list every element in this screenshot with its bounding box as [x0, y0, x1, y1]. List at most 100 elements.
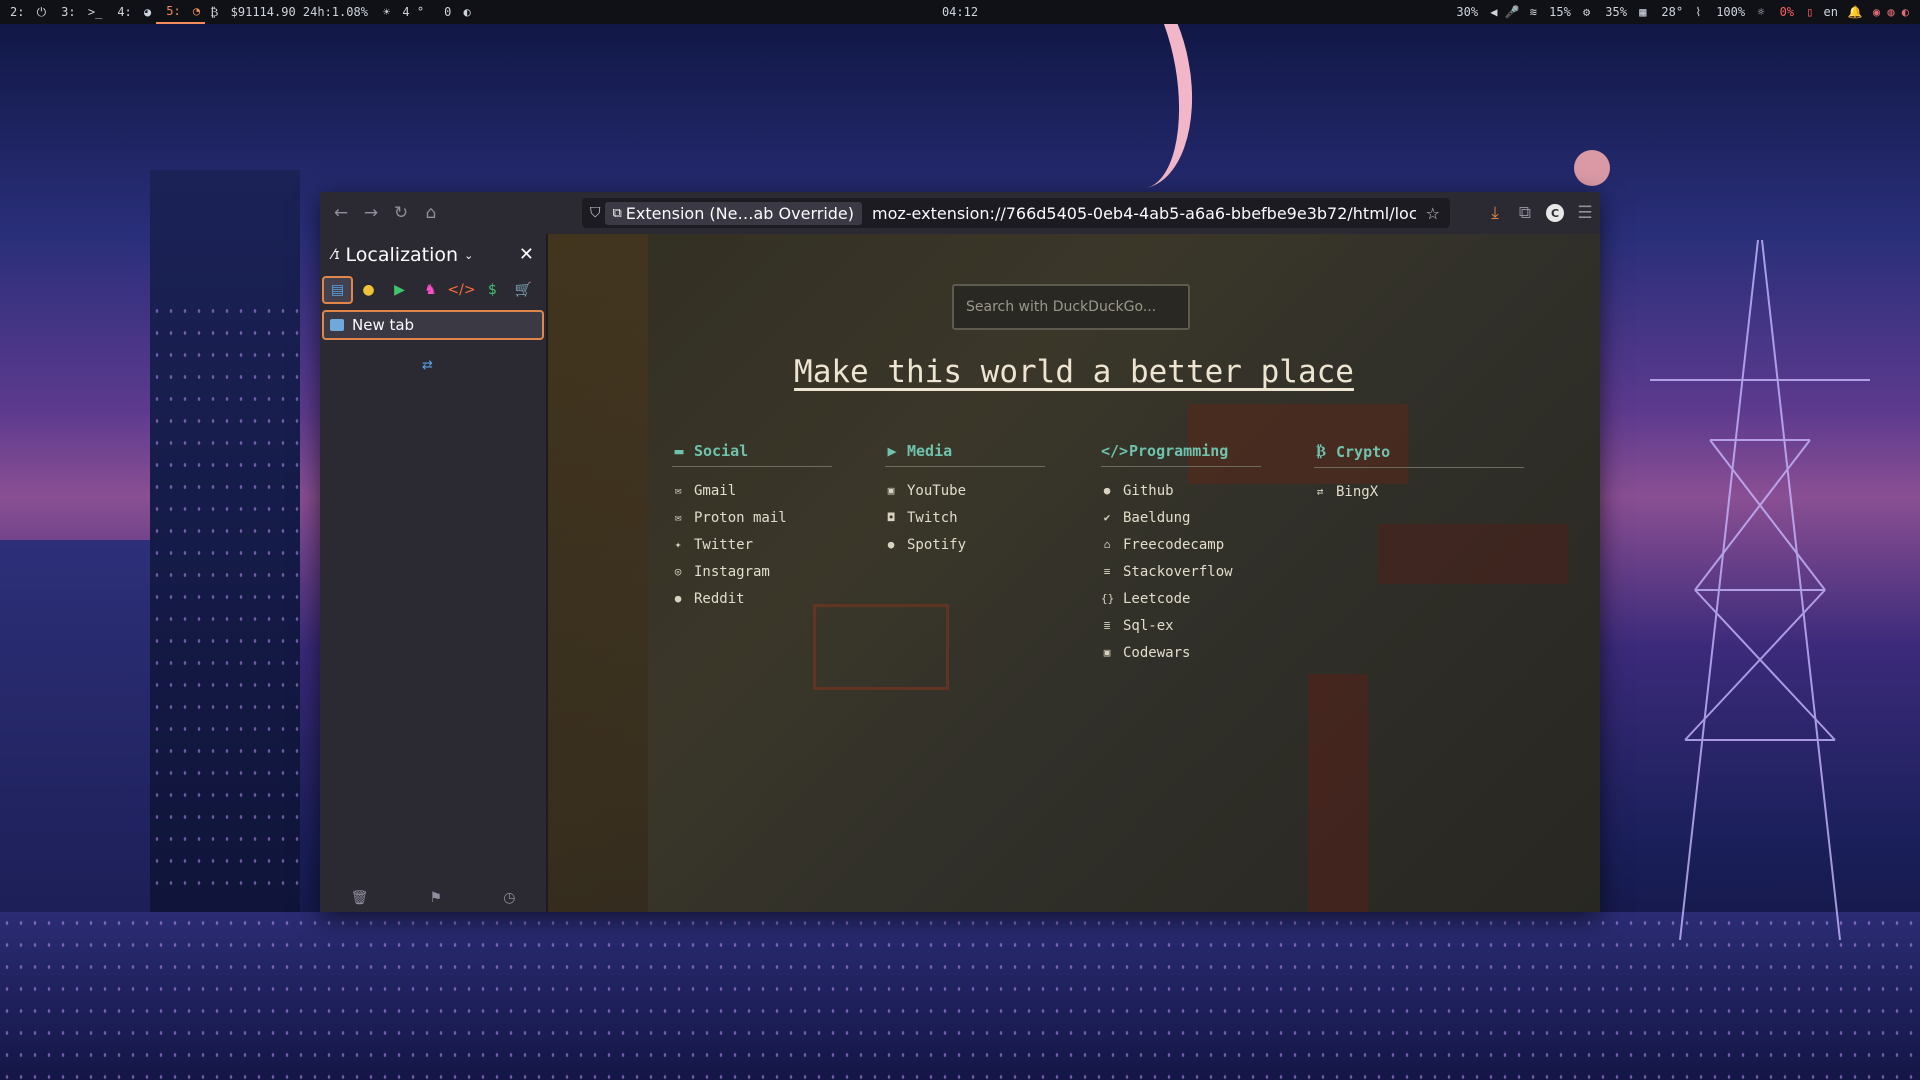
- link-proton-mail[interactable]: ✉ Proton mail: [672, 504, 832, 531]
- bell-icon[interactable]: 🔔: [1843, 5, 1868, 19]
- chevron-down-icon: ⌄: [464, 248, 474, 262]
- user-icon[interactable]: ●: [353, 276, 384, 304]
- page-headline: Make this world a better place: [794, 354, 1354, 390]
- extensions-button[interactable]: ⧉: [1510, 198, 1540, 228]
- code-icon[interactable]: </>: [446, 276, 477, 304]
- sidebar-close-button[interactable]: ✕: [519, 244, 534, 265]
- baeldung-icon: ✔: [1103, 511, 1111, 524]
- tray-icons[interactable]: ◉ ◍ ◐: [1868, 5, 1914, 19]
- menu-button[interactable]: ☰: [1570, 198, 1600, 228]
- unicorn-icon[interactable]: ♞: [415, 276, 446, 304]
- url-bar[interactable]: ⛉ ⧉ Extension (Ne…ab Override) moz-exten…: [582, 198, 1450, 228]
- bitcoin-icon: ₿: [1315, 442, 1326, 460]
- extension-identity-chip[interactable]: ⧉ Extension (Ne…ab Override): [604, 201, 862, 225]
- wallpaper-city-lights: [150, 300, 300, 900]
- system-top-bar: 2: ⏻ 3: >_ 4: ◕ 5: ◔ ₿ $91114.90 24h:1.0…: [0, 0, 1920, 24]
- cart-icon[interactable]: 🛒: [508, 276, 539, 304]
- temperature: 28° ⌇: [1661, 5, 1702, 19]
- twitch-icon: ◘: [887, 511, 895, 524]
- play-icon: ▶: [887, 442, 897, 460]
- puzzle-icon: ⧉: [612, 205, 622, 221]
- workspace-4[interactable]: 4: ◕: [107, 5, 156, 19]
- link-spotify[interactable]: ● Spotify: [885, 531, 1045, 558]
- url-text[interactable]: moz-extension://766d5405-0eb4-4ab5-a6a6-…: [872, 204, 1416, 223]
- translate-icon: ⁄ɪ: [332, 247, 340, 263]
- link-youtube[interactable]: ▣ YouTube: [885, 477, 1045, 504]
- link-column-media: ▶ Media ▣ YouTube ◘ Twitch ● Spotify: [885, 442, 1045, 558]
- column-heading: </> Programming: [1101, 442, 1261, 467]
- link-sql-ex[interactable]: ≣ Sql-ex: [1101, 612, 1261, 639]
- codewars-icon: ▣: [1103, 646, 1111, 659]
- link-reddit[interactable]: ● Reddit: [672, 585, 832, 612]
- chat-icon: ▬: [674, 442, 684, 460]
- database-icon: ≣: [1103, 619, 1111, 632]
- btc-price: ₿ $91114.90 24h:1.08%: [210, 4, 368, 19]
- bookmark-star-icon[interactable]: ☆: [1426, 204, 1440, 223]
- back-button[interactable]: ←: [326, 198, 356, 228]
- braces-icon: {}: [1101, 592, 1115, 605]
- mail-icon: ✉: [674, 484, 682, 497]
- download-icon: ⤓: [1491, 203, 1499, 223]
- navigation-toolbar: ← → ↻ ⌂ ⛉ ⧉ Extension (Ne…ab Override) m…: [320, 192, 1600, 234]
- forward-button[interactable]: →: [356, 198, 386, 228]
- play-icon[interactable]: ▶: [384, 276, 415, 304]
- keyboard-layout[interactable]: en: [1818, 5, 1842, 19]
- reload-icon: ↻: [393, 203, 409, 223]
- spotify-icon: ●: [887, 538, 895, 551]
- wifi-signal[interactable]: ≋ 15% ⚙: [1525, 5, 1596, 19]
- workspace-2[interactable]: 2: ⏻: [0, 5, 51, 20]
- history-clock-icon[interactable]: ◷: [503, 890, 515, 906]
- brightness: 0% ▯: [1779, 5, 1814, 19]
- sidebar-bottom-bar: 🗑 ⚑ ◷: [320, 890, 546, 906]
- link-column-social: ▬ Social ✉ Gmail ✉ Proton mail ✦ Twitter ◎ In…: [672, 442, 832, 612]
- reload-button[interactable]: ↻: [386, 198, 416, 228]
- workspace-3[interactable]: 3: >_: [51, 5, 107, 19]
- downloads-button[interactable]: ⤓: [1480, 198, 1510, 228]
- link-github[interactable]: ● Github: [1101, 477, 1261, 504]
- link-stackoverflow[interactable]: ≡ Stackoverflow: [1101, 558, 1261, 585]
- link-instagram[interactable]: ◎ Instagram: [672, 558, 832, 585]
- cpu-usage: 35% ▦: [1605, 5, 1647, 19]
- link-bingx[interactable]: ⇄ BingX: [1314, 478, 1524, 505]
- link-leetcode[interactable]: {} Leetcode: [1101, 585, 1261, 612]
- link-gmail[interactable]: ✉ Gmail: [672, 477, 832, 504]
- wallpaper-moon: [1041, 0, 1209, 200]
- shield-icon[interactable]: ⛉: [590, 205, 601, 221]
- back-arrow-icon: ←: [333, 203, 349, 223]
- updates-count: 0 ◐: [444, 5, 471, 19]
- twitter-bird-icon: ✦: [674, 538, 682, 551]
- clipboard-icon[interactable]: ▤: [322, 276, 353, 304]
- sidebar-panel: ⁄ɪ Localization ⌄ ✕ ▤ ● ▶ ♞ </> $ 🛒 New …: [320, 234, 548, 912]
- close-icon: ✕: [518, 244, 534, 265]
- workspace-5[interactable]: 5: ◔: [156, 0, 206, 24]
- bookmark-icon[interactable]: ⚑: [429, 890, 442, 906]
- github-icon: ●: [1103, 484, 1111, 497]
- home-button[interactable]: ⌂: [416, 198, 446, 228]
- freecodecamp-icon: ⌂: [1103, 538, 1111, 551]
- reddit-icon: ●: [674, 592, 682, 605]
- search-input[interactable]: Search with DuckDuckGo...: [952, 284, 1190, 330]
- link-freecodecamp[interactable]: ⌂ Freecodecamp: [1101, 531, 1261, 558]
- home-icon: ⌂: [425, 203, 437, 223]
- new-tab-icon[interactable]: ⇄: [422, 358, 433, 373]
- sidebar-title: Localization: [345, 244, 459, 266]
- wallpaper-electric-tower: [1650, 240, 1870, 940]
- wallpaper-planet: [1574, 150, 1610, 186]
- new-tab-page: Search with DuckDuckGo... Make this worl…: [548, 234, 1600, 912]
- column-heading: ▶ Media: [885, 442, 1045, 467]
- dollar-icon[interactable]: $: [477, 276, 508, 304]
- forward-arrow-icon: →: [363, 203, 379, 223]
- link-twitch[interactable]: ◘ Twitch: [885, 504, 1045, 531]
- sidebar-switcher[interactable]: ⁄ɪ Localization ⌄: [332, 244, 473, 266]
- avatar: C: [1546, 204, 1564, 222]
- volume[interactable]: 30% ◀ 🎤: [1446, 5, 1524, 19]
- puzzle-icon: ⧉: [1518, 203, 1532, 223]
- link-baeldung[interactable]: ✔ Baeldung: [1101, 504, 1261, 531]
- sidebar-tab-new-tab[interactable]: New tab: [322, 310, 544, 340]
- trash-icon[interactable]: 🗑: [351, 890, 369, 906]
- link-column-crypto: ₿ Crypto ⇄ BingX: [1314, 442, 1524, 505]
- link-twitter[interactable]: ✦ Twitter: [672, 531, 832, 558]
- link-codewars[interactable]: ▣ Codewars: [1101, 639, 1261, 666]
- youtube-icon: ▣: [887, 484, 895, 497]
- profile-button[interactable]: C: [1540, 198, 1570, 228]
